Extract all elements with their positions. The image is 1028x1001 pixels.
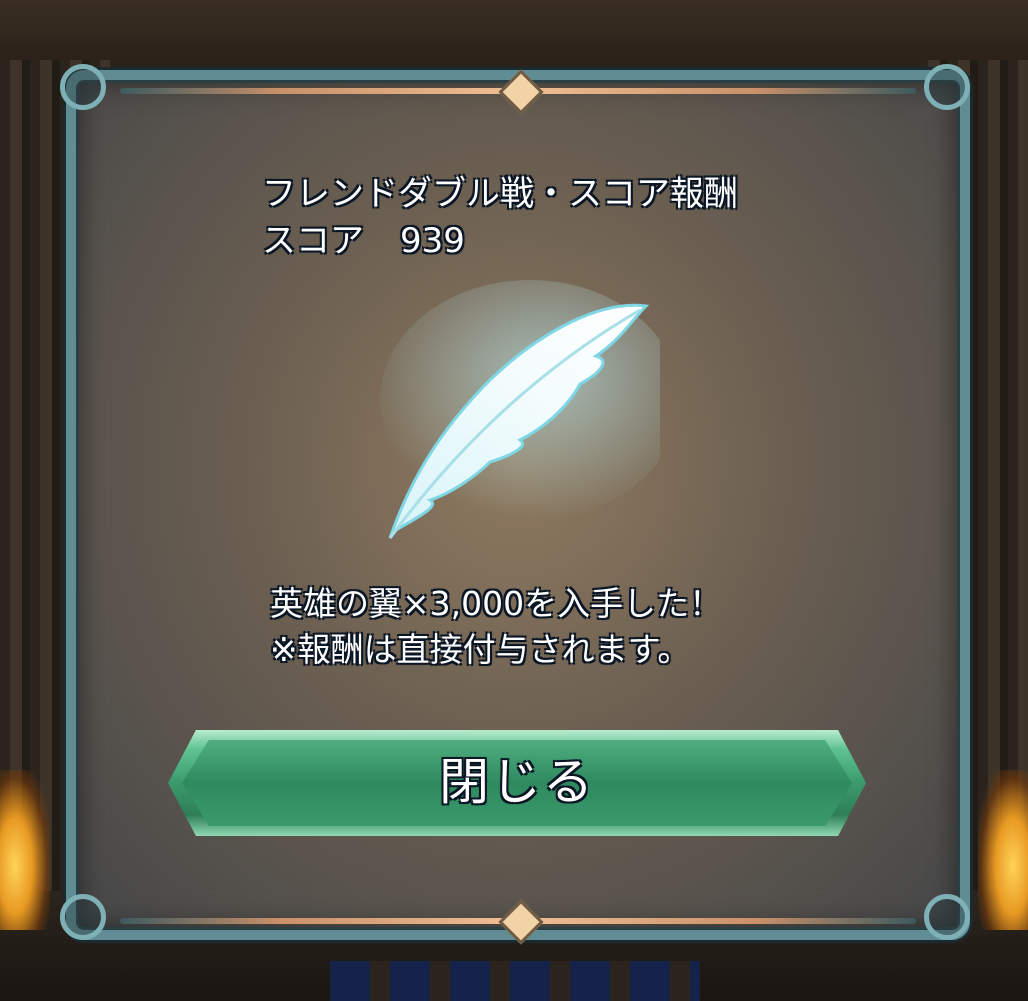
close-button[interactable]: 閉じる [168, 730, 866, 836]
corner-knot-icon [924, 64, 970, 110]
score-label: スコア [262, 221, 364, 261]
reward-message: 英雄の翼×3,000を入手した！ [270, 584, 723, 623]
left-torch-flame [0, 770, 50, 930]
background-door [330, 961, 700, 1001]
right-torch-flame [978, 770, 1028, 930]
score-line: スコア 939 [262, 219, 465, 263]
close-button-label: 閉じる [439, 753, 595, 811]
corner-knot-icon [924, 894, 970, 940]
dialog-title: フレンドダブル戦・スコア報酬 [262, 174, 738, 214]
feather-icon [380, 280, 660, 539]
reward-note: ※報酬は直接付与されます。 [270, 630, 691, 669]
corner-knot-icon [60, 64, 106, 110]
corner-knot-icon [60, 894, 106, 940]
score-value: 939 [400, 221, 465, 261]
